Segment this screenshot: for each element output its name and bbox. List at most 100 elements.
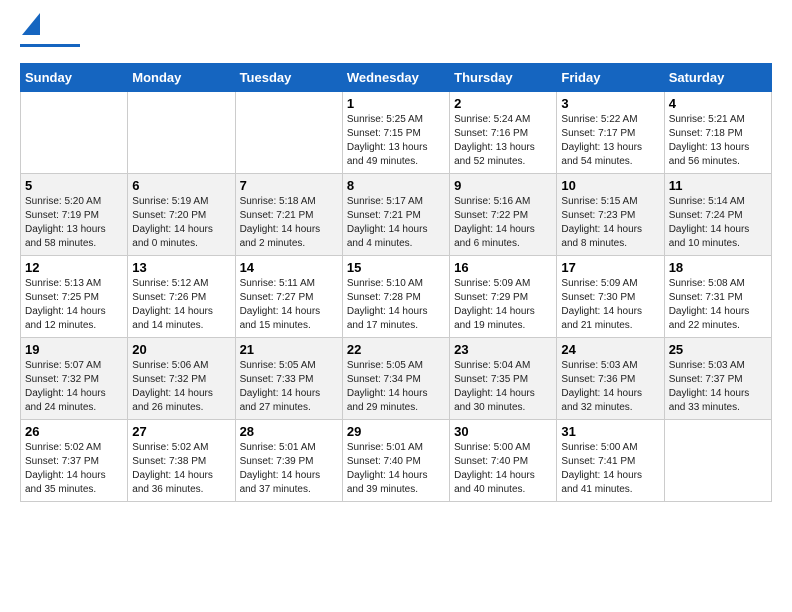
calendar-cell: 26 Sunrise: 5:02 AMSunset: 7:37 PMDayligh… — [21, 420, 128, 502]
cell-info: Sunrise: 5:09 AMSunset: 7:29 PMDaylight:… — [454, 277, 552, 333]
cell-info: Sunrise: 5:17 AMSunset: 7:21 PMDaylight:… — [347, 195, 445, 251]
cell-info: Sunrise: 5:05 AMSunset: 7:34 PMDaylight:… — [347, 359, 445, 415]
calendar-cell: 9Sunrise: 5:16 AMSunset: 7:22 PMDaylight… — [450, 174, 557, 256]
calendar-cell — [21, 92, 128, 174]
calendar-cell: 31 Sunrise: 5:00 AMSunset: 7:41 PMDayligh… — [557, 420, 664, 502]
day-number: 12 — [25, 260, 123, 275]
calendar-cell: 2 Sunrise: 5:24 AMSunset: 7:16 PMDaylight… — [450, 92, 557, 174]
day-number: 20 — [132, 342, 230, 357]
calendar-cell: 12 Sunrise: 5:13 AMSunset: 7:25 PMDayligh… — [21, 256, 128, 338]
day-number: 4 — [669, 96, 767, 111]
logo-top — [20, 20, 80, 42]
calendar-cell: 20 Sunrise: 5:06 AMSunset: 7:32 PMDayligh… — [128, 338, 235, 420]
calendar-cell: 10Sunrise: 5:15 AMSunset: 7:23 PMDayligh… — [557, 174, 664, 256]
calendar-cell: 24Sunrise: 5:03 AMSunset: 7:36 PMDayligh… — [557, 338, 664, 420]
day-number: 19 — [25, 342, 123, 357]
cell-info: Sunrise: 5:19 AMSunset: 7:20 PMDaylight:… — [132, 195, 230, 251]
header-sunday: Sunday — [21, 64, 128, 92]
cell-info: Sunrise: 5:01 AMSunset: 7:39 PMDaylight:… — [240, 441, 338, 497]
day-number: 21 — [240, 342, 338, 357]
calendar-cell: 29Sunrise: 5:01 AMSunset: 7:40 PMDayligh… — [342, 420, 449, 502]
calendar-cell: 25 Sunrise: 5:03 AMSunset: 7:37 PMDayligh… — [664, 338, 771, 420]
cell-info: Sunrise: 5:08 AMSunset: 7:31 PMDaylight:… — [669, 277, 767, 333]
calendar-cell: 3 Sunrise: 5:22 AMSunset: 7:17 PMDaylight… — [557, 92, 664, 174]
calendar-cell — [235, 92, 342, 174]
day-number: 7 — [240, 178, 338, 193]
cell-info: Sunrise: 5:01 AMSunset: 7:40 PMDaylight:… — [347, 441, 445, 497]
cell-info: Sunrise: 5:13 AMSunset: 7:25 PMDaylight:… — [25, 277, 123, 333]
day-number: 17 — [561, 260, 659, 275]
calendar-week-row: 5 Sunrise: 5:20 AMSunset: 7:19 PMDaylight… — [21, 174, 772, 256]
cell-info: Sunrise: 5:04 AMSunset: 7:35 PMDaylight:… — [454, 359, 552, 415]
calendar-cell — [128, 92, 235, 174]
logo-line — [20, 44, 80, 47]
calendar-cell: 15Sunrise: 5:10 AMSunset: 7:28 PMDayligh… — [342, 256, 449, 338]
day-number: 13 — [132, 260, 230, 275]
cell-info: Sunrise: 5:03 AMSunset: 7:37 PMDaylight:… — [669, 359, 767, 415]
day-number: 31 — [561, 424, 659, 439]
calendar-cell — [664, 420, 771, 502]
cell-info: Sunrise: 5:20 AMSunset: 7:19 PMDaylight:… — [25, 195, 123, 251]
cell-info: Sunrise: 5:00 AMSunset: 7:41 PMDaylight:… — [561, 441, 659, 497]
cell-info: Sunrise: 5:09 AMSunset: 7:30 PMDaylight:… — [561, 277, 659, 333]
cell-info: Sunrise: 5:05 AMSunset: 7:33 PMDaylight:… — [240, 359, 338, 415]
calendar-cell: 19 Sunrise: 5:07 AMSunset: 7:32 PMDayligh… — [21, 338, 128, 420]
cell-info: Sunrise: 5:07 AMSunset: 7:32 PMDaylight:… — [25, 359, 123, 415]
cell-info: Sunrise: 5:22 AMSunset: 7:17 PMDaylight:… — [561, 113, 659, 169]
cell-info: Sunrise: 5:14 AMSunset: 7:24 PMDaylight:… — [669, 195, 767, 251]
cell-info: Sunrise: 5:12 AMSunset: 7:26 PMDaylight:… — [132, 277, 230, 333]
day-number: 1 — [347, 96, 445, 111]
calendar-cell: 22 Sunrise: 5:05 AMSunset: 7:34 PMDayligh… — [342, 338, 449, 420]
calendar-header: Sunday Monday Tuesday Wednesday Thursday… — [21, 64, 772, 92]
cell-info: Sunrise: 5:11 AMSunset: 7:27 PMDaylight:… — [240, 277, 338, 333]
day-number: 6 — [132, 178, 230, 193]
calendar-cell: 16 Sunrise: 5:09 AMSunset: 7:29 PMDayligh… — [450, 256, 557, 338]
cell-info: Sunrise: 5:06 AMSunset: 7:32 PMDaylight:… — [132, 359, 230, 415]
logo-icon — [22, 13, 40, 35]
cell-info: Sunrise: 5:15 AMSunset: 7:23 PMDaylight:… — [561, 195, 659, 251]
calendar-cell: 30 Sunrise: 5:00 AMSunset: 7:40 PMDayligh… — [450, 420, 557, 502]
calendar-cell: 23 Sunrise: 5:04 AMSunset: 7:35 PMDayligh… — [450, 338, 557, 420]
day-number: 23 — [454, 342, 552, 357]
cell-info: Sunrise: 5:00 AMSunset: 7:40 PMDaylight:… — [454, 441, 552, 497]
day-number: 15 — [347, 260, 445, 275]
day-number: 25 — [669, 342, 767, 357]
calendar-cell: 1 Sunrise: 5:25 AMSunset: 7:15 PMDaylight… — [342, 92, 449, 174]
cell-info: Sunrise: 5:18 AMSunset: 7:21 PMDaylight:… — [240, 195, 338, 251]
calendar-cell: 8 Sunrise: 5:17 AMSunset: 7:21 PMDaylight… — [342, 174, 449, 256]
cell-info: Sunrise: 5:25 AMSunset: 7:15 PMDaylight:… — [347, 113, 445, 169]
calendar-cell: 18 Sunrise: 5:08 AMSunset: 7:31 PMDayligh… — [664, 256, 771, 338]
calendar-body: 1 Sunrise: 5:25 AMSunset: 7:15 PMDaylight… — [21, 92, 772, 502]
day-number: 27 — [132, 424, 230, 439]
day-number: 5 — [25, 178, 123, 193]
header-friday: Friday — [557, 64, 664, 92]
cell-info: Sunrise: 5:21 AMSunset: 7:18 PMDaylight:… — [669, 113, 767, 169]
calendar-week-row: 12 Sunrise: 5:13 AMSunset: 7:25 PMDayligh… — [21, 256, 772, 338]
day-number: 26 — [25, 424, 123, 439]
cell-info: Sunrise: 5:02 AMSunset: 7:37 PMDaylight:… — [25, 441, 123, 497]
calendar-week-row: 1 Sunrise: 5:25 AMSunset: 7:15 PMDaylight… — [21, 92, 772, 174]
day-number: 11 — [669, 178, 767, 193]
day-number: 8 — [347, 178, 445, 193]
calendar-table: Sunday Monday Tuesday Wednesday Thursday… — [20, 63, 772, 502]
calendar-cell: 11 Sunrise: 5:14 AMSunset: 7:24 PMDayligh… — [664, 174, 771, 256]
day-number: 3 — [561, 96, 659, 111]
header-row: Sunday Monday Tuesday Wednesday Thursday… — [21, 64, 772, 92]
logo — [20, 20, 80, 47]
calendar-cell: 4 Sunrise: 5:21 AMSunset: 7:18 PMDaylight… — [664, 92, 771, 174]
calendar-week-row: 19 Sunrise: 5:07 AMSunset: 7:32 PMDayligh… — [21, 338, 772, 420]
day-number: 16 — [454, 260, 552, 275]
header-wednesday: Wednesday — [342, 64, 449, 92]
cell-info: Sunrise: 5:16 AMSunset: 7:22 PMDaylight:… — [454, 195, 552, 251]
header-tuesday: Tuesday — [235, 64, 342, 92]
day-number: 2 — [454, 96, 552, 111]
calendar-cell: 21 Sunrise: 5:05 AMSunset: 7:33 PMDayligh… — [235, 338, 342, 420]
calendar-cell: 28Sunrise: 5:01 AMSunset: 7:39 PMDayligh… — [235, 420, 342, 502]
header-thursday: Thursday — [450, 64, 557, 92]
cell-info: Sunrise: 5:24 AMSunset: 7:16 PMDaylight:… — [454, 113, 552, 169]
day-number: 24 — [561, 342, 659, 357]
day-number: 30 — [454, 424, 552, 439]
header-saturday: Saturday — [664, 64, 771, 92]
day-number: 22 — [347, 342, 445, 357]
day-number: 18 — [669, 260, 767, 275]
